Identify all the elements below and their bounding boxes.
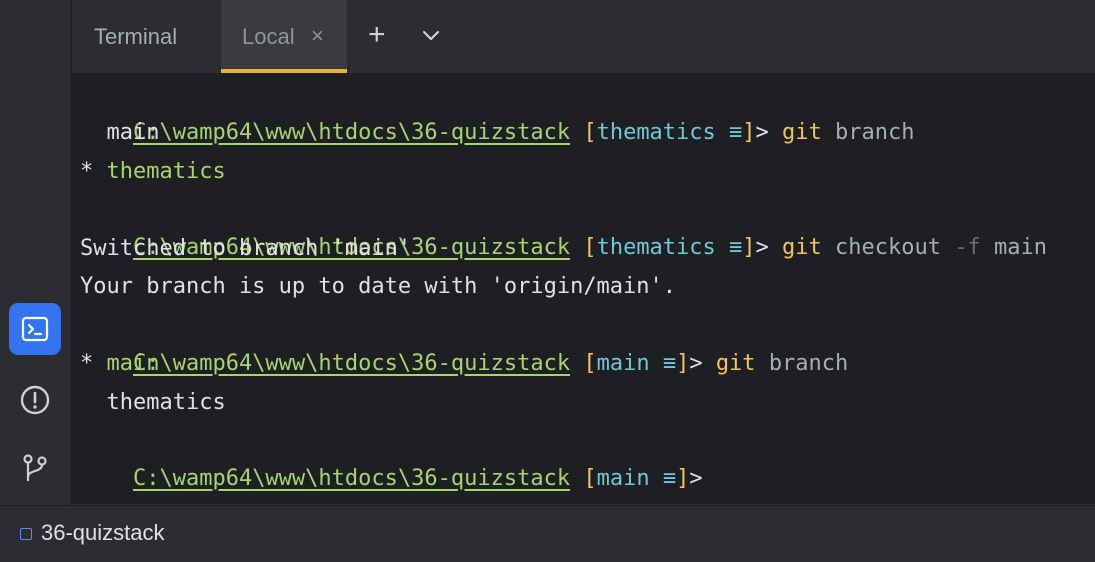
current-branch-name: thematics [106, 159, 226, 184]
tab-local[interactable]: Local × [221, 0, 347, 73]
project-breadcrumb[interactable]: 36-quizstack [41, 520, 165, 546]
prompt-path: C:\wamp64\www\htdocs\36-quizstack [132, 120, 571, 145]
command: git [782, 235, 822, 260]
branch-status-glyph: ≡ [729, 120, 743, 145]
git-icon [23, 454, 47, 481]
terminal-line: C:\wamp64\www\htdocs\36-quizstack [main … [132, 466, 703, 491]
branch-status-glyph: ≡ [729, 235, 743, 260]
branch-status-glyph: ≡ [662, 466, 677, 491]
current-branch-marker: * [80, 159, 107, 184]
current-branch-name: main [106, 351, 160, 376]
prompt-branch: main [596, 351, 650, 376]
terminal-line: Your branch is up to date with 'origin/m… [80, 274, 677, 299]
project-module-icon [20, 528, 32, 540]
branch-status-glyph: ≡ [662, 351, 677, 376]
prompt-path: C:\wamp64\www\htdocs\36-quizstack [132, 351, 571, 376]
problems-icon [20, 385, 50, 415]
status-bar: 36-quizstack [0, 505, 1095, 562]
close-icon[interactable]: × [311, 23, 324, 49]
command-arg: main [994, 235, 1047, 260]
prompt-branch: main [596, 466, 650, 491]
prompt-branch: thematics [596, 235, 716, 260]
terminal-line: Switched to branch 'main' [80, 236, 412, 261]
terminal-line: C:\wamp64\www\htdocs\36-quizstack [main … [132, 351, 849, 376]
command-args: branch [768, 351, 849, 376]
problems-tool-button[interactable] [9, 374, 61, 426]
prompt-path: C:\wamp64\www\htdocs\36-quizstack [132, 466, 571, 491]
prompt-branch: thematics [596, 120, 716, 145]
terminal-line: C:\wamp64\www\htdocs\36-quizstack [thema… [132, 120, 915, 145]
tab-local-label: Local [242, 24, 295, 49]
terminal-line: * thematics [80, 153, 226, 191]
terminal-icon [21, 316, 49, 342]
active-tab-indicator [221, 69, 347, 73]
terminal-tab-bar: Terminal Local × + [72, 0, 1095, 74]
add-tab-icon[interactable]: + [368, 20, 386, 50]
command-args: branch [835, 120, 915, 145]
command-args: checkout [835, 235, 942, 260]
command: git [715, 351, 756, 376]
terminal-title: Terminal [94, 24, 178, 49]
terminal-line: thematics [80, 390, 226, 415]
current-branch-marker: * [80, 351, 107, 376]
terminal-tool-button[interactable] [9, 303, 61, 355]
git-tool-button[interactable] [9, 442, 61, 494]
terminal-line: C:\wamp64\www\htdocs\36-quizstack [thema… [132, 235, 1047, 260]
chevron-down-icon[interactable] [419, 24, 443, 48]
tool-window-strip [0, 0, 72, 505]
terminal-output[interactable]: C:\wamp64\www\htdocs\36-quizstack [thema… [72, 74, 1095, 504]
terminal-line: * main [80, 345, 159, 383]
command: git [782, 120, 822, 145]
command-option: -f [954, 235, 981, 260]
terminal-line: main [80, 120, 160, 145]
